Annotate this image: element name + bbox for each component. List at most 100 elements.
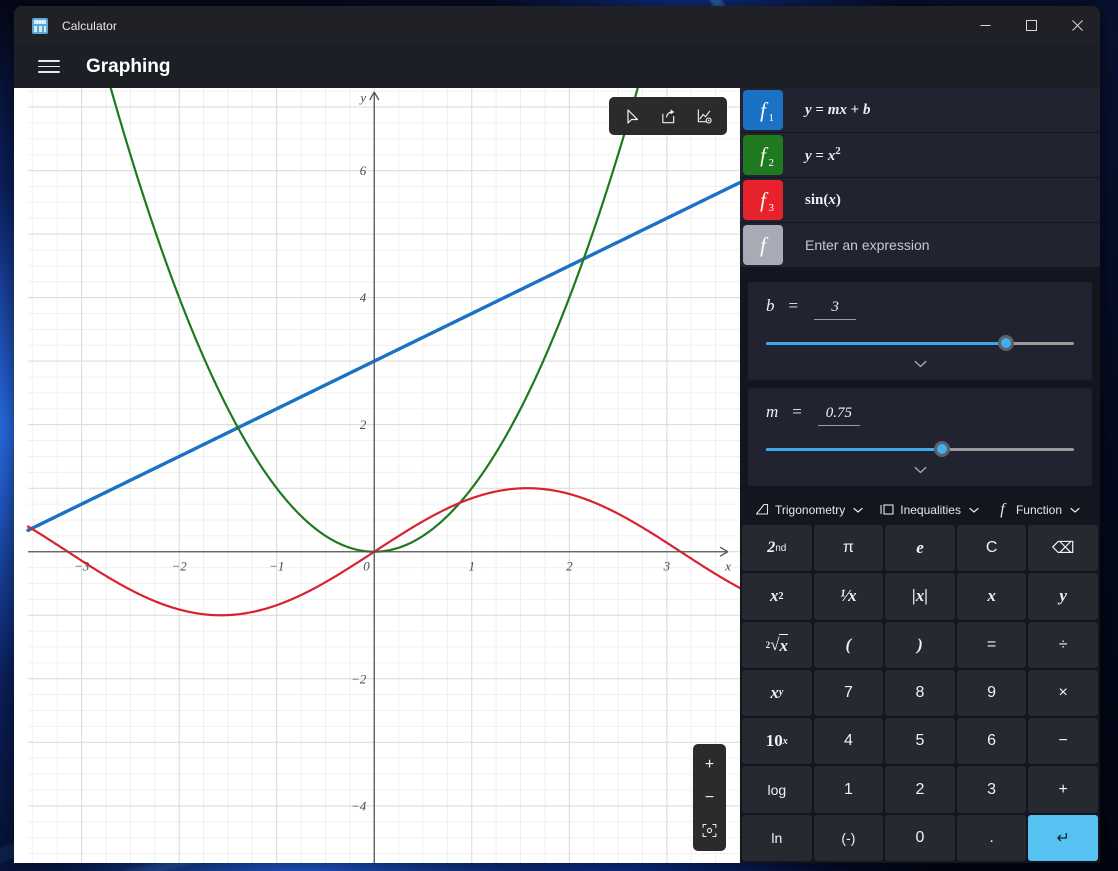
share-icon[interactable] (651, 101, 685, 131)
function-index-3: 3 (768, 202, 775, 214)
variable-equals-m: = (792, 402, 802, 421)
key-absolute-value[interactable]: |x| (885, 573, 955, 620)
key-2[interactable]: 2 (885, 766, 955, 813)
key-square-root[interactable]: 2 √ x (742, 621, 812, 668)
graph-canvas[interactable]: −3 −2 −1 0 1 2 3 −4 −2 2 4 6 x y + − (14, 88, 740, 863)
key-divide[interactable]: ÷ (1028, 621, 1098, 668)
variable-controls: b = 3 m = 0.75 (740, 274, 1100, 494)
key-open-paren[interactable]: ( (813, 621, 884, 668)
equation-text-3[interactable]: sin(x) (805, 192, 841, 209)
variable-value-b[interactable]: 3 (814, 299, 857, 320)
tab-inequalities[interactable]: Inequalities (871, 498, 987, 521)
title-bar[interactable]: Calculator (14, 6, 1100, 45)
function-f-icon: f (1000, 500, 1005, 518)
function-chip-empty[interactable]: f (743, 225, 783, 265)
key-8[interactable]: 8 (885, 669, 955, 717)
equation-row-3[interactable]: f3 sin(x) (740, 178, 1100, 222)
key-log[interactable]: log (742, 766, 812, 813)
function-chip-2[interactable]: f2 (743, 135, 783, 175)
chevron-down-icon-m[interactable] (766, 460, 1074, 480)
maximize-button[interactable] (1008, 6, 1054, 45)
key-multiply[interactable]: × (1028, 669, 1098, 717)
slider-thumb-m[interactable] (933, 441, 950, 457)
chevron-down-icon-b[interactable] (766, 354, 1074, 374)
key-grid: 2nd π e C ⌫ x 2 ¹⁄ x |x| x y 2 √ x() = ÷ x y 7 8 9 × 10 x 4 5 6− log… (740, 525, 1100, 863)
minimize-button[interactable] (962, 6, 1008, 45)
inequality-icon (879, 502, 894, 517)
x-tick-3: 3 (663, 559, 671, 574)
tab-inequalities-label: Inequalities (900, 502, 961, 517)
key-9[interactable]: 9 (956, 669, 1027, 717)
key-decimal[interactable]: . (956, 814, 1027, 861)
y-tick-2: 2 (360, 417, 367, 432)
tab-trigonometry[interactable]: Trigonometry (746, 498, 871, 521)
equation-row-empty[interactable]: f Enter an expression (740, 223, 1100, 267)
zoom-in-button[interactable]: + (694, 748, 725, 781)
equation-placeholder[interactable]: Enter an expression (805, 237, 930, 253)
chevron-down-icon-func (1070, 503, 1080, 517)
hamburger-menu-icon[interactable] (38, 56, 60, 78)
zoom-out-button[interactable]: − (694, 781, 725, 814)
side-panel: f1 y = mx + b f2 y = x2 f3 sin(x) f Ente… (740, 88, 1100, 863)
key-add[interactable]: + (1028, 766, 1098, 813)
main-content: −3 −2 −1 0 1 2 3 −4 −2 2 4 6 x y + − f 1… (14, 88, 1100, 863)
key-1[interactable]: 1 (813, 766, 884, 813)
reset-view-icon[interactable] (694, 814, 725, 847)
variable-card-b: b = 3 (748, 282, 1092, 380)
key-enter[interactable]: ↵ (1028, 814, 1098, 861)
slider-fill-b (766, 342, 1007, 345)
equation-list: f1 y = mx + b f2 y = x2 f3 sin(x) f Ente… (740, 88, 1100, 274)
equation-text-1[interactable]: y = mx + b (805, 102, 870, 119)
y-tick--2: −2 (351, 671, 367, 686)
tab-function[interactable]: f Function (987, 498, 1088, 521)
slider-thumb-b[interactable] (998, 335, 1015, 351)
key-equals[interactable]: = (956, 621, 1027, 668)
key-x-squared[interactable]: x2 (742, 573, 812, 620)
key-e[interactable]: e (885, 525, 955, 572)
key-5[interactable]: 5 (885, 718, 955, 765)
key-negate[interactable]: (-) (813, 814, 884, 861)
variable-header-b: b = 3 (766, 296, 1074, 320)
x-tick-0: 0 (363, 559, 370, 574)
function-chip-3[interactable]: f3 (743, 180, 783, 220)
page-title: Graphing (86, 55, 171, 77)
equation-text-2[interactable]: y = x2 (805, 145, 841, 165)
key-y[interactable]: y (1028, 573, 1098, 620)
y-axis-label: y (358, 90, 366, 105)
key-subtract[interactable]: − (1028, 718, 1098, 765)
window-controls (962, 6, 1100, 45)
variable-value-m[interactable]: 0.75 (817, 405, 860, 426)
key-close-paren[interactable]: ) (885, 621, 955, 668)
app-name-label: Calculator (62, 18, 118, 33)
key-4[interactable]: 4 (813, 718, 884, 765)
key-0[interactable]: 0 (885, 814, 955, 861)
key-ten-to-the-x[interactable]: 10 x (742, 718, 812, 765)
keypad: Trigonometry Inequalities f Function 2 n… (740, 494, 1100, 863)
key-x-to-the-y[interactable]: xy (742, 669, 812, 717)
calculator-window: Calculator Graphing −3 −2 −1 0 1 2 3 −4 −2 2 4 6 x y (14, 6, 1100, 863)
variable-slider-b[interactable] (766, 332, 1074, 354)
key-3[interactable]: 3 (956, 766, 1027, 813)
x-tick--1: −1 (269, 559, 284, 574)
graph-toolbar (609, 97, 727, 135)
key-second[interactable]: 2nd (742, 525, 812, 572)
x-axis-label: x (724, 559, 731, 574)
key-backspace[interactable]: ⌫ (1028, 525, 1098, 572)
key-reciprocal[interactable]: ¹⁄ x (813, 573, 884, 620)
graph-settings-icon[interactable] (687, 101, 721, 131)
cursor-arrow-icon[interactable] (615, 101, 649, 131)
function-chip-1[interactable]: f1 (743, 90, 783, 130)
key-x[interactable]: x (956, 573, 1027, 620)
key-pi[interactable]: π (813, 525, 884, 572)
x-tick-1: 1 (469, 559, 476, 574)
variable-header-m: m = 0.75 (766, 402, 1074, 426)
equation-row-2[interactable]: f2 y = x2 (740, 133, 1100, 177)
close-button[interactable] (1054, 6, 1100, 45)
key-6[interactable]: 6 (956, 718, 1027, 765)
variable-slider-m[interactable] (766, 438, 1074, 460)
equation-row-1[interactable]: f1 y = mx + b (740, 88, 1100, 132)
key-clear[interactable]: C (956, 525, 1027, 572)
variable-equals-b: = (788, 296, 799, 315)
key-7[interactable]: 7 (813, 669, 884, 717)
key-ln[interactable]: ln (742, 814, 812, 861)
